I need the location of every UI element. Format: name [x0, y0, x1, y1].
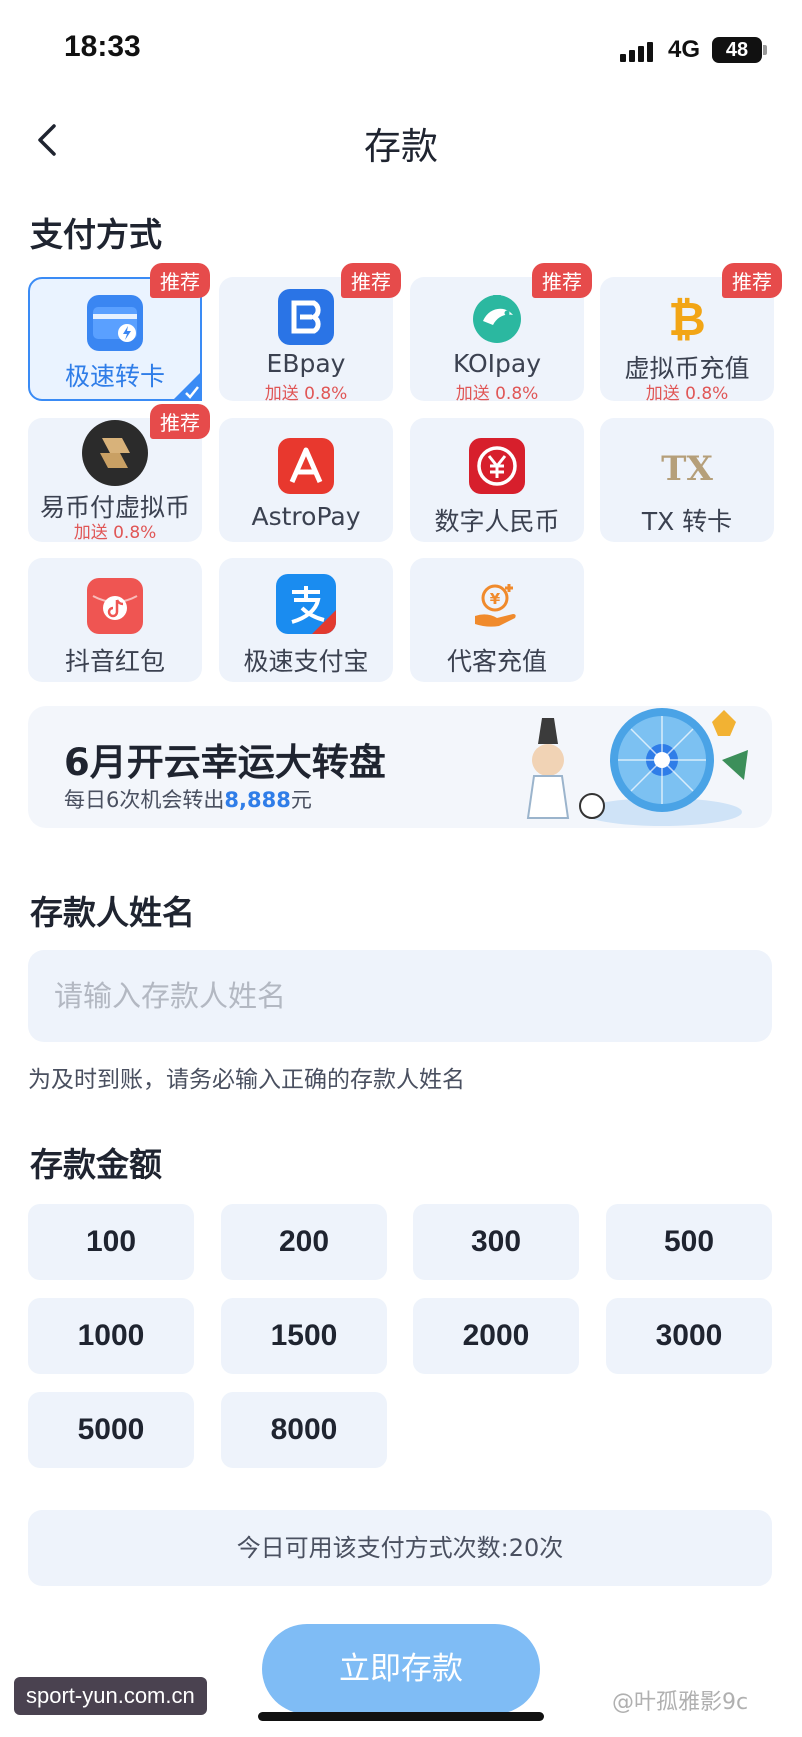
status-time: 18:33 [64, 30, 141, 63]
deposit-amount-title: 存款金额 [30, 1145, 162, 1184]
pay-method-label: KOIpay [452, 349, 542, 378]
svg-text:₿: ₿ [668, 292, 706, 345]
pay-method-douyin[interactable]: 抖音红包 [28, 558, 202, 682]
pay-method-label: 代客充值 [446, 647, 547, 676]
amount-option-8000[interactable]: 8000 [221, 1392, 387, 1468]
amount-option-100[interactable]: 100 [28, 1204, 194, 1280]
recommend-badge: 推荐 [150, 404, 210, 439]
amount-option-5000[interactable]: 5000 [28, 1392, 194, 1468]
amount-option-300[interactable]: 300 [413, 1204, 579, 1280]
deposit-submit-button[interactable]: 立即存款 [262, 1624, 540, 1714]
yibifu-icon [82, 420, 148, 486]
amount-option-2000[interactable]: 2000 [413, 1298, 579, 1374]
amount-option-200[interactable]: 200 [221, 1204, 387, 1280]
home-indicator[interactable] [258, 1712, 544, 1721]
battery-tip [763, 45, 767, 55]
payment-method-title: 支付方式 [30, 215, 162, 254]
agent-recharge-icon: ¥ [469, 576, 525, 632]
bonus-text: 加送 0.8% [264, 384, 348, 404]
lucky-wheel-illustration [526, 708, 748, 826]
pay-method-label: EBpay [266, 349, 346, 378]
pay-method-virtual-coin[interactable]: 推荐 ₿ 虚拟币充值 加送 0.8% [600, 263, 782, 404]
pay-method-agent-recharge[interactable]: ¥ 代客充值 [410, 558, 584, 682]
bonus-text: 加送 0.8% [455, 384, 539, 404]
depositor-name-title: 存款人姓名 [30, 893, 195, 932]
svg-text:TX: TX [661, 449, 713, 489]
network-type: 4G [668, 36, 701, 63]
depositor-name-input[interactable] [28, 950, 772, 1042]
pay-method-yibifu[interactable]: 推荐 易币付虚拟币 加送 0.8% [28, 404, 210, 543]
status-bar: 18:33 4G 48 [0, 0, 802, 100]
pay-method-label: AstroPay [251, 502, 361, 531]
svg-text:¥: ¥ [490, 590, 501, 608]
pay-method-koipay[interactable]: 推荐 KOIpay 加送 0.8% [410, 263, 592, 404]
amount-option-1000[interactable]: 1000 [28, 1298, 194, 1374]
watermark-author: @叶孤雅影9c [612, 1690, 749, 1715]
amount-option-3000[interactable]: 3000 [606, 1298, 772, 1374]
pay-method-label: 极速支付宝 [243, 647, 369, 676]
amount-option-1500[interactable]: 1500 [221, 1298, 387, 1374]
bitcoin-icon: ₿ [659, 289, 715, 346]
banner-amount: 8,888 [224, 788, 291, 812]
page-title: 存款 [364, 125, 438, 168]
pay-method-label: 数字人民币 [434, 507, 560, 536]
cellular-signal-icon [620, 40, 660, 62]
pay-method-label: TX 转卡 [641, 507, 733, 536]
pay-method-astropay[interactable]: AstroPay [219, 418, 393, 542]
recommend-badge: 推荐 [150, 263, 210, 298]
alipay-icon [276, 574, 336, 634]
recommend-badge: 推荐 [722, 263, 782, 298]
depositor-name-hint: 为及时到账，请务必输入正确的存款人姓名 [28, 1067, 465, 1093]
pay-method-label: 抖音红包 [64, 647, 165, 676]
pay-method-ebpay[interactable]: 推荐 EBpay 加送 0.8% [219, 263, 401, 404]
pay-method-jisu-alipay[interactable]: 极速支付宝 [219, 558, 393, 682]
amount-option-500[interactable]: 500 [606, 1204, 772, 1280]
usage-count-text: 今日可用该支付方式次数:20次 [28, 1510, 772, 1586]
ebpay-icon [278, 289, 334, 345]
koi-fish-icon [469, 289, 525, 345]
pay-method-tx[interactable]: TX TX 转卡 [600, 418, 774, 542]
digital-rmb-icon [469, 438, 525, 494]
selected-check-icon [172, 371, 202, 401]
bonus-text: 加送 0.8% [73, 523, 157, 543]
pay-method-jisu-zhuanka[interactable]: 推荐 极速转卡 [28, 263, 210, 401]
banner-title: 6月开云幸运大转盘 [64, 741, 386, 784]
recommend-badge: 推荐 [341, 263, 401, 298]
tx-icon: TX [659, 438, 715, 494]
lucky-wheel-banner[interactable]: 6月开云幸运大转盘 每日6次机会转出8,888元 [28, 706, 772, 828]
battery-icon: 48 [712, 37, 762, 63]
pay-method-digital-rmb[interactable]: 数字人民币 [410, 418, 584, 542]
douyin-red-packet-icon [87, 578, 143, 634]
watermark-site: sport-yun.com.cn [14, 1677, 207, 1715]
recommend-badge: 推荐 [532, 263, 592, 298]
card-lightning-icon [87, 295, 143, 351]
bonus-text: 加送 0.8% [645, 384, 729, 404]
astropay-icon [278, 438, 334, 494]
banner-subtitle: 每日6次机会转出8,888元 [64, 788, 312, 812]
